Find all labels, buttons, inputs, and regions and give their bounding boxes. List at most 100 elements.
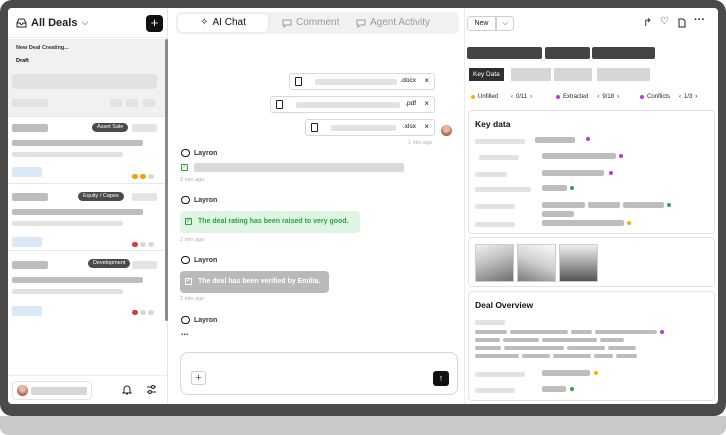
text-placeholder [475,346,501,350]
remove-file-icon[interactable]: × [424,76,429,85]
status-count: 1/3 [684,94,693,100]
file-name-placeholder [315,79,397,85]
tab-placeholder[interactable] [511,68,551,81]
tab-key-data[interactable]: Key Data [469,68,504,81]
message-text: The deal has been verified by Emilia. [198,278,321,285]
chevron-left-icon[interactable]: ‹ [597,94,599,100]
add-attachment-button[interactable]: + [191,371,206,385]
heart-icon[interactable]: ♡ [660,16,669,27]
all-deals-title[interactable]: All Deals [31,17,77,29]
more-options-icon[interactable]: ··· [694,14,705,26]
unfilled-status[interactable]: Unfilled ‹ 0/11 › [471,94,532,100]
rating-dot [140,174,146,179]
label-placeholder [475,388,515,393]
conflicts-dot [640,95,644,99]
tab-comment[interactable]: Comment [282,14,352,32]
layron-logo-icon [181,196,190,204]
remove-file-icon[interactable]: × [424,122,429,131]
value-placeholder [542,185,567,191]
settings-sliders-icon[interactable] [146,384,157,395]
attached-file[interactable]: .pdf × [270,96,435,113]
attached-file[interactable]: .xlsx × [305,119,435,136]
agent-header: Layron [181,256,217,264]
extracted-dot [586,137,590,141]
label-placeholder [475,222,515,227]
chat-input[interactable]: + ↑ [180,352,458,395]
text-placeholder [522,354,550,358]
inbox-icon [16,18,27,27]
file-extension: .docx [400,77,416,84]
placeholder-bar [12,74,157,89]
draft-deal-card[interactable]: New Deal Creating... Draft [8,39,165,116]
extracted-dot [609,171,613,175]
deal-name-placeholder [12,261,48,269]
property-photo[interactable] [559,244,598,282]
value-placeholder [542,386,566,392]
deal-list-item[interactable]: Development [8,250,165,316]
text-placeholder [600,338,624,342]
new-dropdown-chevron-icon[interactable]: ⌵ [496,16,514,31]
conflicts-status[interactable]: Conflicts ‹ 1/3 › [640,94,697,100]
tab-ai-chat[interactable]: ✧ AI Chat [178,14,268,32]
file-name-placeholder [296,102,400,108]
tab-placeholder[interactable] [554,68,592,81]
status-count: 9/18 [602,94,615,100]
bell-icon[interactable] [122,384,132,395]
user-name-placeholder [31,387,87,395]
rating-dot [140,310,146,315]
chevron-right-icon[interactable]: › [617,94,619,100]
value-placeholder [535,137,575,143]
chevron-left-icon[interactable]: ‹ [679,94,681,100]
chevron-right-icon[interactable]: › [695,94,697,100]
status-label: Unfilled [478,94,499,100]
text-placeholder [542,338,597,342]
tab-agent-activity[interactable]: Agent Activity [356,14,456,32]
tab-label: Comment [296,17,340,28]
agent-name: Layron [194,149,218,157]
value-placeholder [542,202,585,208]
chevron-left-icon[interactable]: ‹ [511,94,513,100]
label-placeholder [475,372,525,377]
header-placeholder [467,47,542,59]
status-count: 0/11 [516,94,528,100]
user-profile-button[interactable] [12,381,92,400]
chevron-down-icon[interactable]: ⌵ [81,17,88,28]
status-label: Extracted [563,94,589,100]
agent-header: Layron [181,316,217,324]
property-photo[interactable] [517,244,556,282]
value-placeholder [542,220,624,226]
placeholder-bar [12,277,143,283]
attached-file[interactable]: .docx × [289,73,435,90]
document-icon[interactable] [678,18,686,28]
deal-overview-title: Deal Overview [475,300,534,310]
chevron-right-icon[interactable]: › [530,94,532,100]
placeholder-bar [132,261,157,269]
text-placeholder [608,346,636,350]
new-button[interactable]: New [467,16,496,31]
placeholder-bar [126,99,138,107]
label-placeholder [475,187,531,192]
layron-logo-icon [181,316,190,324]
share-arrow-icon[interactable]: ↱ [643,16,652,29]
value-placeholder [623,202,664,208]
property-photo[interactable] [475,244,514,282]
rating-dot [148,310,154,315]
message-text: The deal rating has been raised to very … [198,218,349,225]
text-placeholder [567,346,605,350]
extracted-status[interactable]: Extracted ‹ 9/18 › [556,94,619,100]
add-deal-button[interactable]: + [146,15,163,32]
deal-list-item[interactable]: Asset Sale [8,116,165,182]
value-placeholder [588,202,620,208]
deal-list-item[interactable]: Equity / Capex [8,183,165,249]
property-images-card [468,237,715,287]
draft-label: Draft [16,58,29,64]
status-label: Conflicts [647,94,671,100]
tab-placeholder[interactable] [597,68,650,81]
message-timestamp: 2 min ago [180,177,205,183]
app-screen: All Deals ⌵ + New Deal Creating... Draft… [8,8,718,404]
deal-details-panel: New ⌵ ↱ ♡ ··· Key Data Unfilled ‹ 0/11 ›… [464,8,718,404]
tab-label: Agent Activity [370,17,431,28]
layron-logo-icon [181,149,190,157]
send-button[interactable]: ↑ [433,371,449,386]
remove-file-icon[interactable]: × [424,99,429,108]
